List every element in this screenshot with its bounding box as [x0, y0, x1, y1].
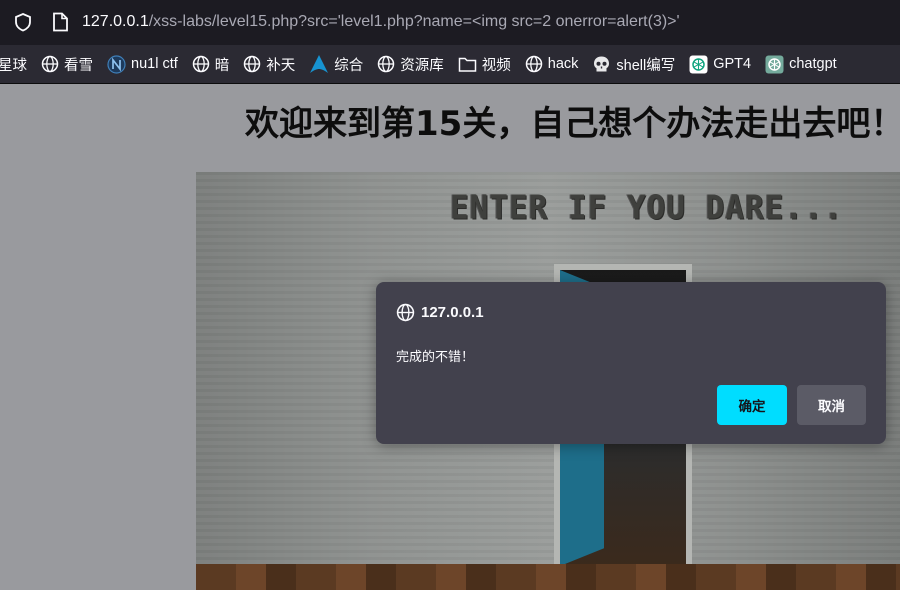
bookmark-zonghe[interactable]: 综合 [309, 54, 363, 75]
bookmark-chatgpt[interactable]: chatgpt [765, 55, 837, 74]
arch-logo-icon [310, 55, 329, 73]
bookmark-kanxue[interactable]: 看雪 [41, 54, 93, 75]
globe-icon [525, 55, 542, 73]
bookmark-label: hack [547, 56, 579, 72]
n-logo-icon [107, 54, 126, 74]
url-text[interactable]: 127.0.0.1/xss-labs/level15.php?src='leve… [82, 11, 680, 33]
bookmark-label: chatgpt [789, 56, 837, 72]
bookmark-label: 暗 [214, 57, 230, 74]
bookmark-label: 综合 [334, 57, 364, 74]
alert-dialog: 127.0.0.1 完成的不错！ 确定 取消 [376, 282, 886, 444]
globe-icon [378, 55, 395, 73]
bookmark-label: 补天 [266, 57, 296, 74]
url-path: /xss-labs/level15.php?src='level1.php?na… [148, 13, 680, 30]
dialog-origin: 127.0.0.1 [421, 304, 484, 321]
bookmark-label: 星球 [0, 57, 27, 74]
bookmark-shell[interactable]: shell编写 [592, 54, 675, 75]
globe-icon [41, 55, 59, 73]
dialog-header: 127.0.0.1 [396, 303, 484, 322]
page-title: 欢迎来到第15关，自己想个办法走出去吧！ [245, 104, 900, 144]
artwork-caption: ENTER IF YOU DARE... [450, 189, 844, 227]
bookmark-butian[interactable]: 补天 [243, 54, 295, 75]
bookmark-label: 视频 [481, 57, 511, 74]
cancel-button[interactable]: 取消 [797, 385, 866, 425]
bookmarks-toolbar: 星球 看雪 nu1l ctf 暗 补天 综合 资源库 视频 hack shell… [0, 45, 900, 84]
bookmark-label: GPT4 [713, 56, 752, 72]
bookmark-hack[interactable]: hack [525, 55, 579, 73]
openai-icon [765, 55, 784, 73]
globe-icon [244, 55, 261, 73]
folder-icon [458, 57, 476, 72]
bookmark-label: nu1l ctf [131, 56, 178, 72]
bookmark-nu1l-ctf[interactable]: nu1l ctf [107, 54, 178, 74]
bookmark-label: 看雪 [64, 57, 93, 74]
bookmark-folder-shipin[interactable]: 视频 [458, 54, 511, 75]
bookmark-an[interactable]: 暗 [192, 54, 230, 75]
bookmark-xingqiu[interactable]: 星球 [0, 54, 27, 75]
url-host: 127.0.0.1 [82, 13, 149, 30]
bookmark-label: shell编写 [616, 57, 676, 74]
ok-button[interactable]: 确定 [717, 385, 787, 425]
shield-icon[interactable] [13, 12, 33, 36]
bookmark-label: 资源库 [400, 57, 444, 74]
globe-icon [396, 303, 415, 322]
openai-icon [689, 55, 708, 73]
bookmark-gpt4[interactable]: GPT4 [689, 55, 751, 74]
skull-icon [594, 56, 610, 71]
wooden-floor [196, 564, 900, 590]
page-icon[interactable] [51, 12, 69, 36]
address-bar[interactable]: 127.0.0.1/xss-labs/level15.php?src='leve… [0, 0, 900, 45]
bookmark-ziyuanku[interactable]: 资源库 [377, 54, 444, 75]
dialog-message: 完成的不错！ [396, 350, 475, 365]
globe-icon [192, 55, 209, 73]
